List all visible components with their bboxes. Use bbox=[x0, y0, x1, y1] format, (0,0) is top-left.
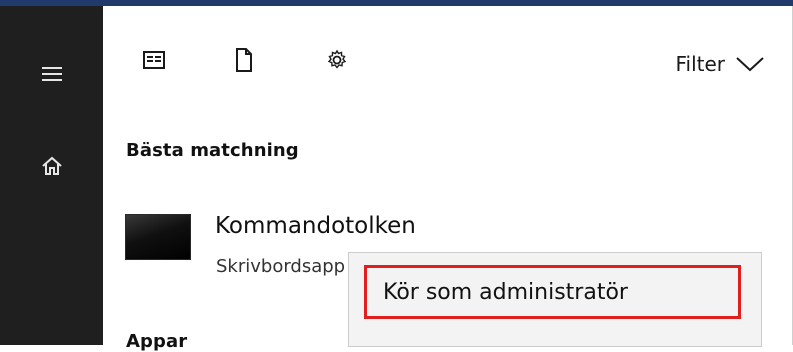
command-prompt-app-icon[interactable] bbox=[125, 214, 191, 260]
filter-dropdown[interactable]: Filter bbox=[675, 52, 765, 76]
best-match-app-name[interactable]: Kommandotolken bbox=[215, 213, 416, 239]
home-button[interactable] bbox=[0, 136, 103, 196]
gear-icon bbox=[327, 49, 347, 69]
left-rail bbox=[0, 6, 103, 345]
apps-heading: Appar bbox=[126, 331, 188, 352]
documents-filter-button[interactable] bbox=[230, 46, 258, 74]
best-match-heading: Bästa matchning bbox=[126, 140, 299, 161]
apps-filter-button[interactable] bbox=[140, 46, 168, 74]
menu-button[interactable] bbox=[0, 44, 103, 104]
window-apps-icon bbox=[143, 51, 165, 69]
context-menu: Kör som administratör bbox=[348, 252, 762, 347]
home-icon bbox=[41, 156, 62, 175]
run-as-admin-menu-item[interactable]: Kör som administratör bbox=[364, 265, 741, 319]
settings-filter-button[interactable] bbox=[323, 46, 351, 74]
best-match-app-type: Skrivbordsapp bbox=[216, 256, 346, 277]
filter-label: Filter bbox=[675, 52, 725, 76]
document-icon bbox=[236, 48, 252, 72]
hamburger-icon bbox=[41, 67, 62, 81]
chevron-down-icon bbox=[736, 57, 764, 72]
